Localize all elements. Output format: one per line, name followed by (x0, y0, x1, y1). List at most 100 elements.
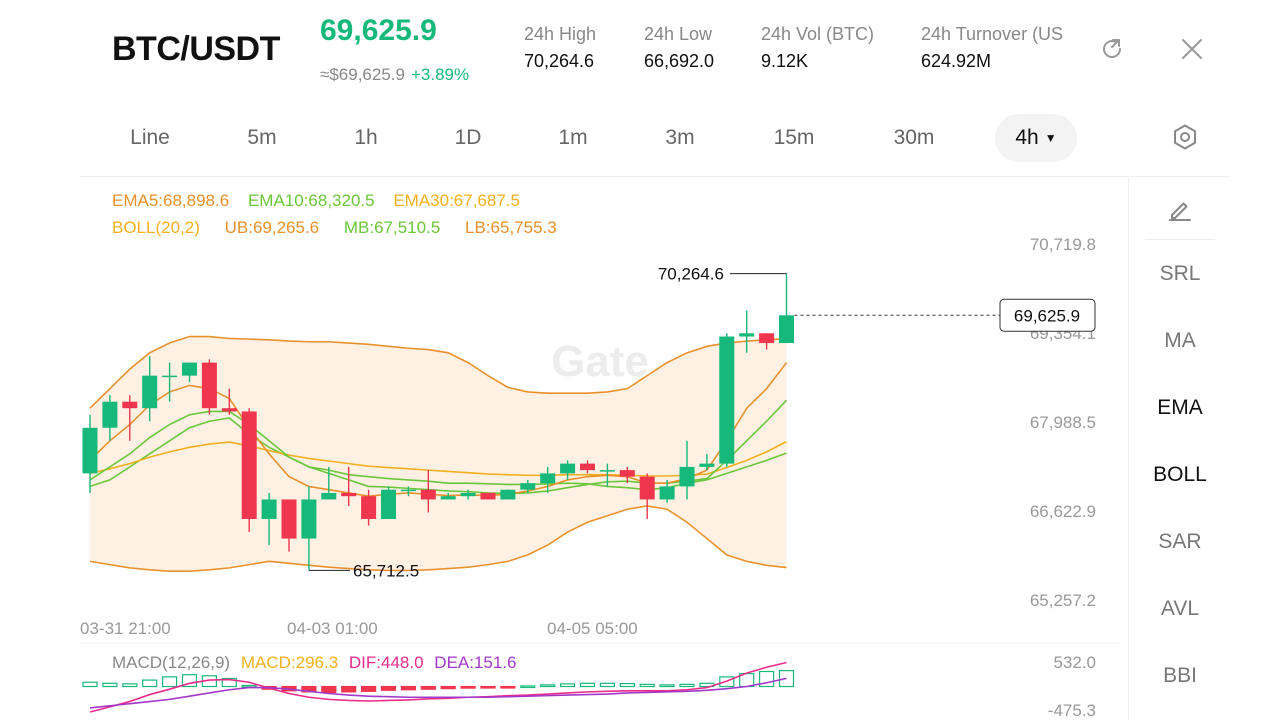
pencil-icon[interactable] (1167, 196, 1193, 227)
candle-body (321, 492, 337, 500)
indicator-sidebar: SRL MA EMA BOLL SAR AVL BBI (1128, 178, 1230, 720)
stat-24h-vol: 24h Vol (BTC) 9.12K (761, 24, 911, 72)
high-marker-label: 70,264.6 (658, 265, 724, 284)
chevron-down-icon: ▼ (1044, 131, 1057, 146)
macd-histogram-bar (321, 685, 337, 694)
macd-histogram-bar (480, 685, 496, 689)
candle-body (599, 470, 615, 472)
watermark-text: Gate (551, 337, 649, 386)
candle-body (779, 315, 794, 344)
macd-histogram-bar (420, 685, 436, 690)
chart-settings-icon[interactable] (1170, 122, 1200, 152)
macd-value-label: MACD:296.3 (240, 653, 339, 672)
candle-body (221, 408, 237, 412)
boll-legend: BOLL(20,2) UB:69,265.6 MB:67,510.5 LB:65… (112, 218, 557, 238)
candle-body (102, 401, 118, 428)
stat-24h-high: 24h High 70,264.6 (524, 24, 634, 72)
indicator-avl[interactable]: AVL (1129, 597, 1231, 621)
tab-15m[interactable]: 15m (760, 114, 828, 162)
candle-body (719, 336, 735, 464)
candle-body (82, 427, 98, 474)
candle-body (699, 463, 715, 467)
candle-body (182, 362, 197, 376)
indicator-ma[interactable]: MA (1129, 329, 1231, 353)
macd-histogram-bar (440, 685, 456, 690)
chart-area[interactable]: Gate 70,264.6 65,712.5 70,719.8 69,354.1 67,9… (80, 178, 1128, 720)
time-axis-label: 03-31 21:00 (80, 619, 171, 638)
tab-3m[interactable]: 3m (650, 114, 710, 162)
stat-24h-turnover: 24h Turnover (US 624.92M (921, 24, 1084, 72)
time-axis-label: 04-03 01:00 (287, 619, 378, 638)
boll-lb-label: LB:65,755.3 (465, 218, 557, 237)
stat-value: 624.92M (921, 51, 992, 71)
stat-24h-low: 24h Low 66,692.0 (644, 24, 754, 72)
candle-body (381, 489, 396, 520)
dif-label: DIF:448.0 (348, 653, 424, 672)
macd-histogram-bar (659, 684, 675, 688)
candle-body (520, 483, 536, 490)
candle-body (500, 489, 516, 500)
refresh-icon[interactable] (1097, 34, 1127, 64)
low-marker-label: 65,712.5 (353, 561, 419, 580)
macd-histogram-bar (161, 676, 178, 688)
candle-body (480, 492, 496, 500)
price-sub: ≈$69,625.9 +3.89% (320, 65, 469, 85)
tabs-divider (80, 176, 1230, 177)
candle-body (201, 362, 217, 409)
indicator-ema[interactable]: EMA (1129, 396, 1231, 420)
candle-body (400, 489, 416, 492)
tab-1h[interactable]: 1h (336, 114, 396, 162)
current-price-label: 69,625.9 (1014, 306, 1080, 325)
price-change: +3.89% (410, 65, 470, 84)
macd-histogram-bar (142, 679, 158, 688)
macd-histogram-bar (380, 685, 397, 691)
macd-histogram-bar (82, 681, 98, 688)
price-axis-label: 70,719.8 (1030, 235, 1096, 254)
macd-histogram-bar (102, 682, 118, 688)
macd-histogram-bar (241, 684, 257, 688)
candle-body (759, 333, 775, 344)
indicator-boll[interactable]: BOLL (1129, 463, 1231, 487)
macd-histogram-bar (520, 685, 536, 689)
tab-1d[interactable]: 1D (438, 114, 498, 162)
macd-axis-label: 532.0 (1053, 653, 1096, 672)
ema10-label: EMA10:68,320.5 (247, 191, 375, 210)
candlestick-chart[interactable]: Gate70,264.665,712.570,719.869,354.167,9… (80, 178, 1128, 720)
dea-label: DEA:151.6 (434, 653, 517, 672)
candle-body (341, 492, 357, 497)
candle-body (580, 463, 595, 471)
tab-line[interactable]: Line (112, 114, 188, 162)
tab-30m[interactable]: 30m (880, 114, 948, 162)
indicator-srl[interactable]: SRL (1129, 262, 1231, 286)
trading-pair[interactable]: BTC/USDT (112, 30, 280, 69)
ema30-label: EMA30:67,687.5 (393, 191, 520, 210)
candle-body (301, 499, 317, 539)
indicator-bbi[interactable]: BBI (1129, 664, 1231, 688)
candle-body (142, 375, 158, 409)
macd-histogram-bar (599, 682, 616, 688)
tab-4h[interactable]: 4h ▼ (995, 114, 1077, 162)
macd-histogram-bar (619, 682, 635, 688)
candle-body (739, 333, 755, 337)
candle-body (460, 492, 476, 497)
tab-1m[interactable]: 1m (543, 114, 603, 162)
candle-body (639, 476, 655, 500)
sidebar-divider (1145, 239, 1215, 240)
macd-histogram-bar (500, 685, 516, 689)
candle-body (420, 489, 436, 500)
tab-5m[interactable]: 5m (232, 114, 292, 162)
candle-body (540, 473, 556, 484)
candle-body (241, 411, 257, 520)
indicator-sar[interactable]: SAR (1129, 530, 1231, 554)
fiat-price: ≈$69,625.9 (320, 65, 405, 84)
stat-value: 9.12K (761, 51, 809, 71)
macd-axis-label: -475.3 (1048, 701, 1096, 720)
price-axis-label: 66,622.9 (1030, 502, 1096, 521)
candle-body (440, 496, 456, 500)
macd-histogram-bar (679, 683, 695, 688)
stat-label: 24h High (524, 24, 597, 44)
candle-body (162, 375, 178, 378)
macd-histogram-bar (460, 685, 476, 689)
macd-histogram-bar (540, 684, 556, 688)
close-icon[interactable] (1177, 34, 1207, 64)
